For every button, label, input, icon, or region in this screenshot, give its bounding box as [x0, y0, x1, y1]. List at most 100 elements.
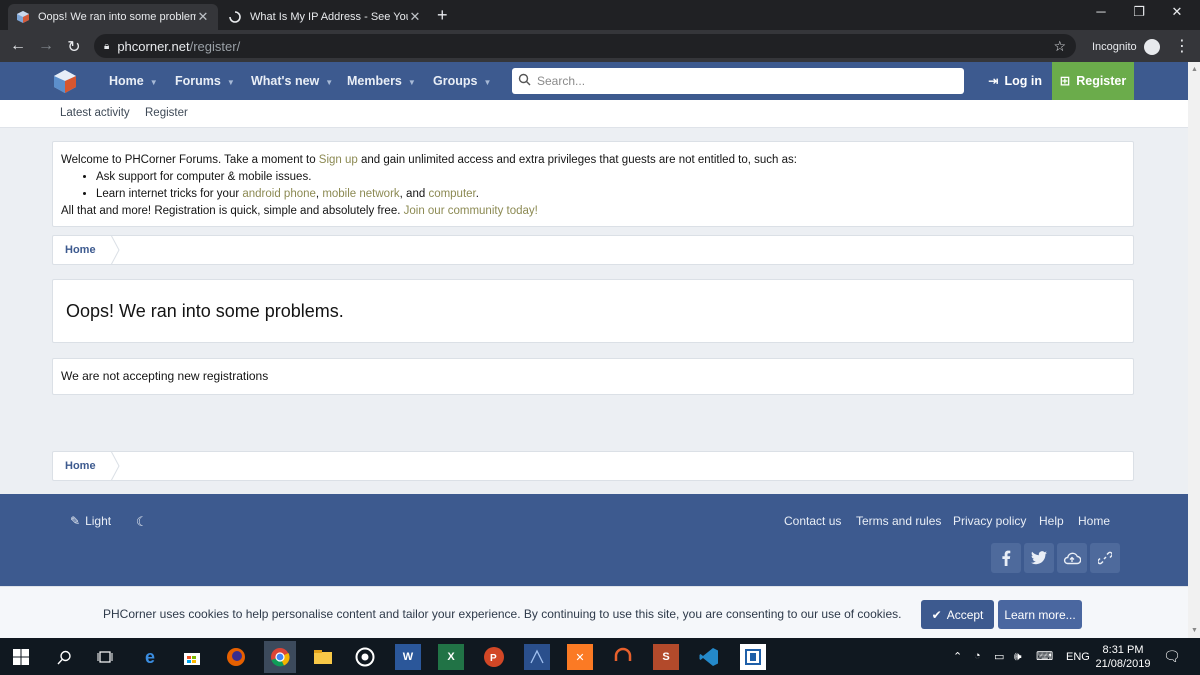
kebab-menu-icon[interactable]: ⋮	[1172, 36, 1192, 56]
plus-square-icon: ⊞	[1059, 74, 1071, 88]
search-icon	[518, 73, 531, 89]
xampp-icon[interactable]: ✕	[567, 644, 593, 670]
facebook-icon[interactable]	[991, 543, 1021, 573]
chevron-down-icon: ▼	[149, 78, 158, 87]
login-button[interactable]: ⇥ Log in	[988, 62, 1042, 100]
link-icon[interactable]	[1090, 543, 1120, 573]
subnav-register[interactable]: Register	[145, 107, 188, 119]
network-app-icon[interactable]	[524, 644, 550, 670]
mobile-network-link[interactable]: mobile network	[322, 188, 399, 200]
paintbrush-icon: ✎	[70, 514, 81, 528]
sublime-icon[interactable]: S	[653, 644, 679, 670]
chevron-down-icon: ▼	[226, 78, 235, 87]
close-window-icon[interactable]: ✕	[1163, 4, 1191, 20]
phcorner-logo[interactable]	[52, 68, 78, 97]
close-tab-icon[interactable]: ✕	[408, 9, 422, 25]
battery-icon[interactable]: ▭	[994, 650, 1004, 663]
file-explorer-icon[interactable]	[310, 644, 336, 670]
notifications-icon[interactable]: 🗨︎	[1163, 648, 1181, 665]
learn-more-button[interactable]: Learn more...	[998, 600, 1082, 629]
error-message: We are not accepting new registrations	[52, 358, 1134, 395]
login-icon: ⇥	[988, 74, 999, 88]
search-placeholder: Search...	[537, 74, 586, 88]
app-square-icon[interactable]	[740, 644, 766, 670]
store-icon[interactable]	[179, 644, 205, 670]
footer-terms[interactable]: Terms and rules	[856, 514, 941, 528]
headset-app-icon[interactable]	[610, 644, 636, 670]
restore-icon[interactable]: ❐	[1125, 4, 1153, 20]
reload-icon[interactable]: ↻	[64, 37, 84, 57]
incognito-icon	[1143, 39, 1160, 55]
register-button[interactable]: ⊞ Register	[1052, 62, 1134, 100]
minimize-icon[interactable]: ─	[1087, 4, 1115, 19]
chevron-down-icon: ▼	[407, 78, 416, 87]
tray-chevron-up-icon[interactable]: ⌃	[953, 650, 962, 663]
page-scrollbar[interactable]: ▲ ▼	[1188, 62, 1200, 638]
notice-bullet: Ask support for computer & mobile issues…	[96, 169, 1125, 186]
chevron-down-icon: ▼	[325, 78, 334, 87]
tab-what-is-my-ip[interactable]: What Is My IP Address - See Your ✕	[220, 4, 430, 30]
obs-icon[interactable]	[352, 644, 378, 670]
task-view-icon[interactable]	[92, 644, 118, 670]
join-community-link[interactable]: Join our community today!	[404, 205, 538, 217]
search-icon[interactable]	[51, 644, 77, 670]
firefox-icon[interactable]	[223, 644, 249, 670]
nav-whats-new[interactable]: What's new ▼	[251, 62, 333, 100]
new-tab-button[interactable]: +	[437, 5, 448, 26]
tab-title: Oops! We ran into some problems	[38, 11, 196, 23]
edge-icon[interactable]: e	[137, 644, 163, 670]
phcorner-favicon-icon	[16, 10, 30, 24]
breadcrumb-home[interactable]: Home	[65, 244, 96, 256]
svg-text:P: P	[490, 653, 497, 664]
scroll-down-icon[interactable]: ▼	[1191, 627, 1198, 634]
tab-title: What Is My IP Address - See Your	[250, 11, 408, 23]
keyboard-icon[interactable]: ⌨	[1036, 649, 1053, 663]
signup-link[interactable]: Sign up	[319, 154, 358, 166]
excel-icon[interactable]: X	[438, 644, 464, 670]
footer-privacy[interactable]: Privacy policy	[953, 514, 1026, 528]
breadcrumb-home[interactable]: Home	[65, 460, 96, 472]
cookie-text: PHCorner uses cookies to help personalis…	[103, 607, 902, 621]
check-icon: ✔	[931, 607, 942, 622]
powerpoint-icon[interactable]: P	[481, 644, 507, 670]
footer-home[interactable]: Home	[1078, 514, 1110, 528]
style-chooser-light[interactable]: ✎ Light	[70, 514, 111, 528]
windows-start-icon[interactable]	[8, 644, 34, 670]
back-arrow-icon[interactable]: ←	[8, 37, 28, 55]
nav-home[interactable]: Home ▼	[109, 62, 158, 100]
page-title: Oops! We ran into some problems.	[52, 279, 1134, 343]
computer-link[interactable]: computer	[428, 188, 475, 200]
footer-contact-us[interactable]: Contact us	[784, 514, 841, 528]
tab-oops[interactable]: Oops! We ran into some problems ✕	[8, 4, 218, 30]
forward-arrow-icon[interactable]: →	[36, 37, 56, 55]
language-indicator[interactable]: ENG	[1066, 651, 1090, 663]
accept-cookies-button[interactable]: ✔ Accept	[921, 600, 994, 629]
breadcrumb-separator-icon	[110, 235, 120, 265]
loading-spinner-icon	[228, 10, 242, 24]
twitter-icon[interactable]	[1024, 543, 1054, 573]
nav-groups[interactable]: Groups ▼	[433, 62, 491, 100]
chrome-icon[interactable]	[264, 641, 296, 673]
subnav-latest-activity[interactable]: Latest activity	[60, 107, 130, 119]
notice-bullet: Learn internet tricks for your android p…	[96, 186, 1125, 203]
search-input[interactable]: Search...	[512, 68, 964, 94]
address-bar[interactable]: 🔒︎ phcorner.net/register/ ☆	[94, 34, 1076, 58]
bookmark-star-icon[interactable]: ☆	[1053, 38, 1066, 55]
moon-icon[interactable]: ☾	[136, 514, 148, 530]
word-icon[interactable]: W	[395, 644, 421, 670]
system-clock[interactable]: 8:31 PM 21/08/2019	[1093, 643, 1153, 671]
android-phone-link[interactable]: android phone	[242, 188, 316, 200]
vscode-icon[interactable]	[696, 644, 722, 670]
volume-icon[interactable]: 🕪︎	[1014, 649, 1022, 664]
chevron-down-icon: ▼	[483, 78, 492, 87]
wifi-icon[interactable]: ◔	[974, 650, 981, 662]
cloud-upload-icon[interactable]	[1057, 543, 1087, 573]
scroll-up-icon[interactable]: ▲	[1191, 66, 1198, 73]
guest-notice: Welcome to PHCorner Forums. Take a momen…	[52, 141, 1134, 227]
incognito-label[interactable]: Incognito	[1092, 39, 1160, 55]
close-tab-icon[interactable]: ✕	[196, 9, 210, 25]
nav-members[interactable]: Members ▼	[347, 62, 416, 100]
breadcrumb: Home	[52, 235, 1134, 265]
footer-help[interactable]: Help	[1039, 514, 1064, 528]
nav-forums[interactable]: Forums ▼	[175, 62, 235, 100]
